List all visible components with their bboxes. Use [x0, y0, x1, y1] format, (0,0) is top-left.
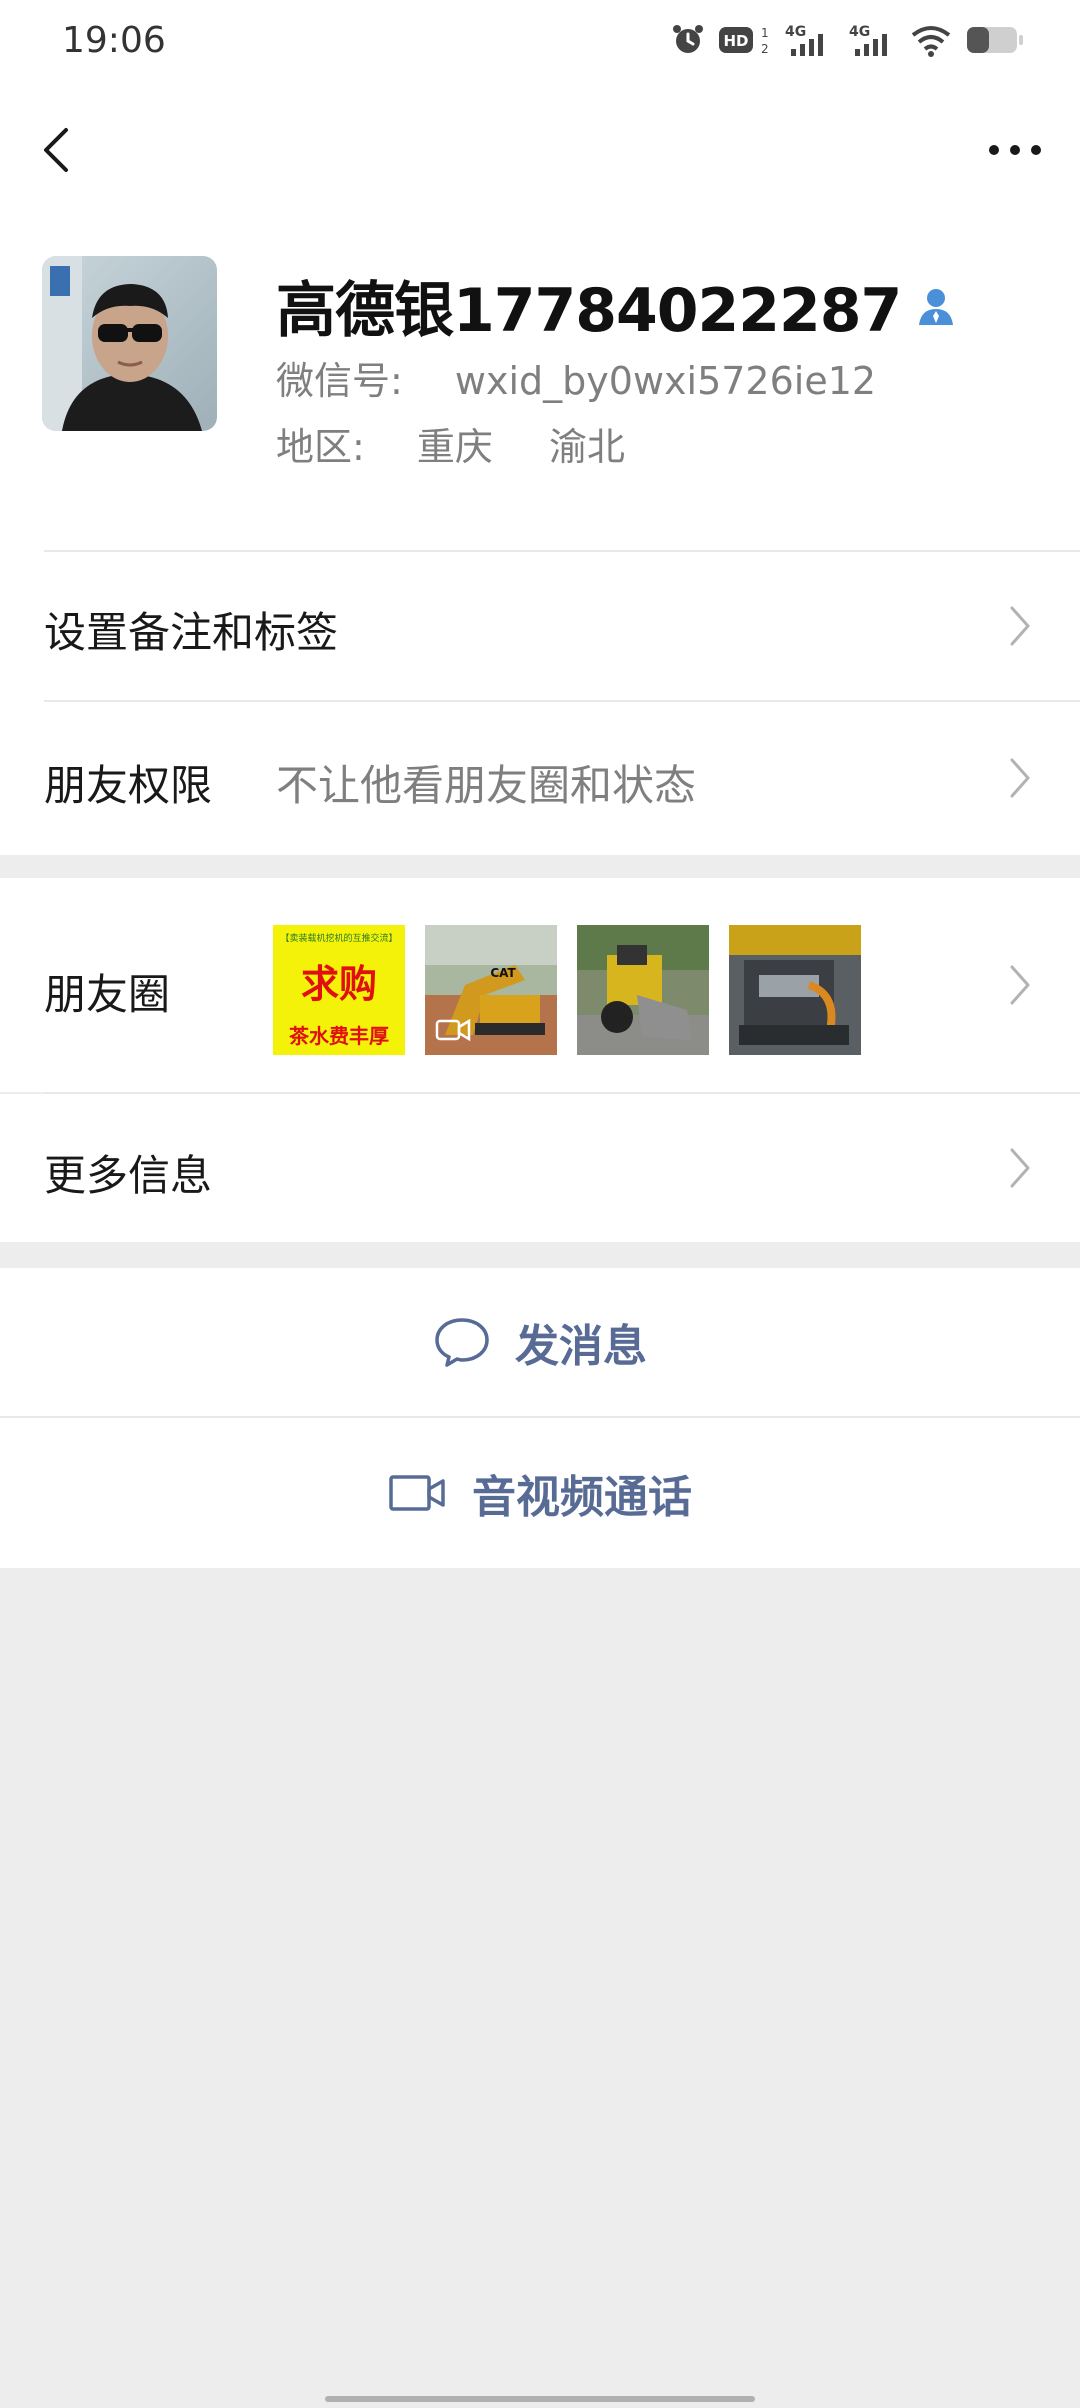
- signal-sim2-icon: 4G: [849, 24, 887, 56]
- status-time: 19:06: [62, 20, 166, 61]
- more-horizontal-icon: [989, 145, 1041, 155]
- wechat-id-line: 微信号: wxid_by0wxi5726ie12: [276, 350, 876, 405]
- status-icons: HD 1 2 4G 4G: [671, 22, 1025, 58]
- moments-label: 朋友圈: [44, 970, 171, 1019]
- region-line: 地区: 重庆 渝北: [276, 416, 625, 471]
- status-bar: 19:06 HD 1 2 4G 4G: [0, 0, 1080, 86]
- signal-sim1-icon: 4G: [785, 24, 823, 56]
- send-message-label: 发消息: [515, 1321, 647, 1372]
- moments-image-1: 【卖装载机挖机的互推交流】 求购 茶水费丰厚: [273, 925, 405, 1055]
- battery-icon: [967, 27, 1023, 53]
- wechat-id-label: 微信号:: [276, 359, 403, 403]
- thumb2-brand-text: CAT: [490, 966, 516, 980]
- nav-bar: [0, 100, 1080, 200]
- chevron-right-icon: [1010, 606, 1030, 646]
- hd-icon: HD 1 2: [719, 26, 769, 56]
- sim1-label: 4G: [785, 24, 806, 40]
- moments-row[interactable]: 朋友圈 【卖装载机挖机的互推交流】 求购 茶水费丰厚 CAT: [0, 878, 1080, 1092]
- svg-text:1: 1: [761, 26, 769, 40]
- thumb1-bottom-text: 茶水费丰厚: [289, 1024, 389, 1048]
- more-info-row[interactable]: 更多信息: [0, 1094, 1080, 1242]
- hd-label: HD: [723, 32, 748, 50]
- back-button[interactable]: [30, 120, 90, 180]
- avatar-photo-icon: [42, 256, 217, 431]
- contact-profile-screen: 19:06 HD 1 2 4G 4G 高德银17784022287 微信号: w…: [0, 0, 1080, 2408]
- wifi-icon: [911, 26, 951, 57]
- contact-name: 高德银17784022287: [276, 276, 902, 346]
- chevron-right-icon: [1010, 758, 1030, 798]
- moments-image-2: CAT: [425, 925, 557, 1055]
- more-options-button[interactable]: [980, 120, 1050, 180]
- chat-bubble-icon: [435, 1318, 489, 1367]
- contact-person-icon: [919, 288, 954, 325]
- moments-thumbnails: 【卖装载机挖机的互推交流】 求购 茶水费丰厚 CAT: [273, 925, 861, 1055]
- moments-thumb-3[interactable]: [577, 925, 709, 1055]
- video-call-button[interactable]: 音视频通话: [0, 1418, 1080, 1568]
- avatar[interactable]: [42, 256, 217, 431]
- send-message-button[interactable]: 发消息: [0, 1268, 1080, 1416]
- home-indicator[interactable]: [325, 2396, 755, 2402]
- moments-thumb-2[interactable]: CAT: [425, 925, 557, 1055]
- friend-permissions-label: 朋友权限: [44, 761, 213, 810]
- video-camera-icon: [389, 1475, 445, 1511]
- thumb1-top-text: 【卖装载机挖机的互推交流】: [280, 932, 397, 944]
- region-city: 重庆: [416, 425, 493, 469]
- profile-header: 高德银17784022287 微信号: wxid_by0wxi5726ie12 …: [0, 250, 1080, 510]
- chevron-right-icon: [1010, 1148, 1030, 1188]
- moments-image-4: [729, 925, 861, 1055]
- more-info-label: 更多信息: [44, 1151, 213, 1200]
- chevron-left-icon: [44, 128, 68, 172]
- remark-tags-row[interactable]: 设置备注和标签: [0, 552, 1080, 700]
- region-label: 地区:: [276, 425, 365, 469]
- name-row: 高德银17784022287: [276, 262, 957, 349]
- wechat-id-value[interactable]: wxid_by0wxi5726ie12: [455, 359, 876, 403]
- region-district: 渝北: [549, 425, 626, 469]
- video-call-label: 音视频通话: [472, 1472, 692, 1523]
- sim2-label: 4G: [849, 24, 870, 40]
- alarm-icon: [673, 25, 703, 53]
- svg-text:2: 2: [761, 42, 769, 56]
- friend-permissions-value: 不让他看朋友圈和状态: [276, 761, 697, 810]
- chevron-right-icon: [1010, 965, 1030, 1005]
- moments-thumb-1[interactable]: 【卖装载机挖机的互推交流】 求购 茶水费丰厚: [273, 925, 405, 1055]
- thumb1-main-text: 求购: [301, 961, 377, 1006]
- moments-image-3: [577, 925, 709, 1055]
- moments-thumb-4[interactable]: [729, 925, 861, 1055]
- friend-permissions-row[interactable]: 朋友权限 不让他看朋友圈和状态: [0, 702, 1080, 852]
- remark-tags-label: 设置备注和标签: [44, 608, 339, 657]
